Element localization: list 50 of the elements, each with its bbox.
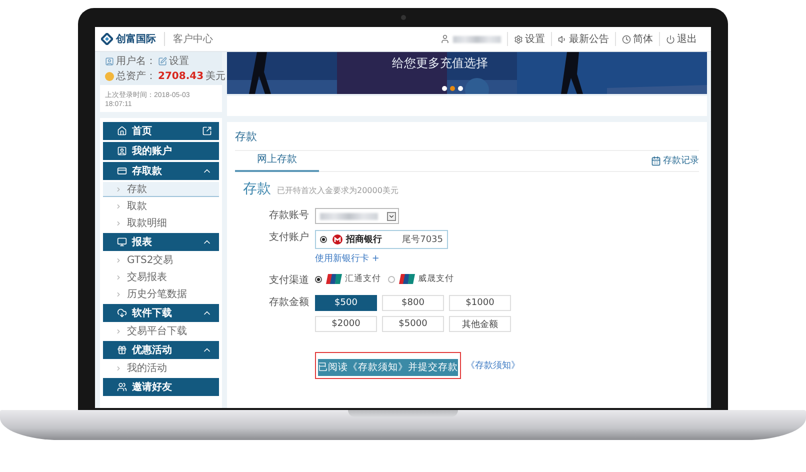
sidebar-item[interactable]: 软件下载 [103, 304, 219, 322]
sidebar-item[interactable]: 优惠活动 [103, 341, 219, 359]
header-link[interactable]: 设置 [507, 32, 551, 46]
settings-link[interactable]: 设置 [169, 54, 189, 68]
field-label: 支付渠道 [268, 274, 310, 288]
username-label: 用户名： [116, 54, 156, 68]
tab[interactable]: 网上存款 [235, 152, 319, 172]
amount-option[interactable]: $800 [382, 295, 444, 311]
brand-name: 创富国际 [113, 32, 165, 46]
amount-option[interactable]: $500 [315, 295, 377, 311]
sidebar-subitem[interactable]: 历史分笔数据 [103, 287, 219, 302]
sidebar-subitem[interactable]: 交易报表 [103, 270, 219, 285]
notice-link[interactable]: 《存款须知》 [466, 359, 520, 372]
amount-option[interactable]: $2000 [315, 316, 377, 332]
amount-option[interactable]: 其他金额 [449, 316, 511, 332]
deposit-note: 已开特首次入金要求为20000美元 [277, 185, 398, 196]
field-label: 支付账户 [268, 230, 310, 245]
panel-title: 存款 [235, 129, 258, 145]
sidebar-subitem[interactable]: 交易平台下载 [103, 324, 219, 339]
header-link[interactable]: 简体 [615, 32, 659, 46]
sidebar-subitem[interactable]: GTS2交易 [103, 253, 219, 268]
sidebar-item[interactable]: 邀请好友 [103, 378, 219, 396]
currency-unit: 美元 [206, 70, 226, 83]
field-label: 存款账号 [268, 208, 310, 223]
assets-value: 2708.43 [158, 70, 204, 82]
sidebar-item[interactable]: 报表 [103, 233, 219, 251]
bank-name: 招商银行 [346, 233, 382, 246]
header-link[interactable]: 最新公告 [551, 32, 615, 46]
sidebar-subitem[interactable]: 取款 [103, 199, 219, 214]
section-title: 客户中心 [172, 32, 213, 46]
bank-account-option[interactable]: 招商银行 尾号7035 [315, 230, 448, 249]
card-tail: 尾号7035 [402, 234, 443, 246]
amount-option[interactable]: $5000 [382, 316, 444, 332]
banner-caption: 给您更多充值选择 [392, 55, 488, 72]
form-title: 存款 [243, 180, 271, 198]
sidebar-subitem[interactable]: 取款明细 [103, 216, 219, 231]
payment-option[interactable]: 汇通支付 [315, 273, 381, 285]
records-link[interactable]: 存款记录 [651, 154, 699, 171]
add-card-link[interactable]: 使用新银行卡 + [315, 252, 699, 265]
payment-option[interactable]: 威晟支付 [388, 273, 454, 285]
sidebar-item[interactable]: 我的账户 [103, 142, 219, 160]
header-link[interactable]: 退出 [659, 32, 703, 46]
assets-label: 总资产： [116, 70, 156, 83]
submit-button[interactable]: 已阅读《存款须知》并提交存款 [318, 359, 458, 376]
sidebar-item[interactable]: 首页 [103, 122, 219, 140]
amount-option[interactable]: $1000 [449, 295, 511, 311]
sidebar-subitem[interactable]: 我的活动 [103, 361, 219, 376]
field-label: 存款金额 [268, 296, 310, 310]
sidebar-subitem[interactable]: 存款 [103, 182, 219, 197]
sidebar-item[interactable]: 存取款 [103, 162, 219, 180]
